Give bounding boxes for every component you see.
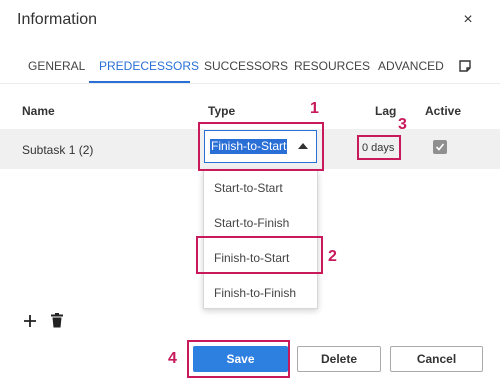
- lag-cell[interactable]: 0 days: [362, 142, 394, 154]
- highlight-callout-finish-to-start: [196, 236, 323, 274]
- option-start-to-start[interactable]: Start-to-Start: [214, 181, 283, 195]
- tab-bar-divider: [0, 83, 500, 84]
- plus-icon[interactable]: [23, 314, 37, 328]
- check-icon: [435, 143, 445, 151]
- save-button[interactable]: Save: [193, 346, 288, 372]
- cancel-button[interactable]: Cancel: [390, 346, 483, 372]
- tab-successors[interactable]: SUCCESSORS: [204, 57, 288, 75]
- tab-advanced[interactable]: ADVANCED: [378, 57, 444, 75]
- option-finish-to-finish[interactable]: Finish-to-Finish: [214, 286, 296, 300]
- dialog-title: Information: [17, 11, 98, 28]
- tab-resources[interactable]: RESOURCES: [294, 57, 370, 75]
- notes-icon[interactable]: [457, 58, 473, 74]
- column-header-lag[interactable]: Lag: [375, 104, 396, 118]
- callout-number-3: 3: [398, 116, 407, 133]
- tab-predecessors[interactable]: PREDECESSORS: [99, 57, 199, 75]
- callout-number-4: 4: [168, 350, 177, 367]
- active-checkbox[interactable]: [433, 140, 447, 154]
- callout-number-2: 2: [328, 248, 337, 265]
- delete-button[interactable]: Delete: [297, 346, 381, 372]
- trash-icon[interactable]: [51, 313, 63, 328]
- column-header-name[interactable]: Name: [22, 104, 55, 118]
- column-header-type[interactable]: Type: [208, 104, 235, 118]
- close-icon[interactable]: ×: [461, 11, 475, 29]
- callout-number-1: 1: [310, 100, 319, 117]
- row-name-cell[interactable]: Subtask 1 (2): [22, 143, 93, 157]
- option-start-to-finish[interactable]: Start-to-Finish: [214, 216, 289, 230]
- tab-general[interactable]: GENERAL: [28, 57, 85, 75]
- type-callout-box: [198, 122, 324, 171]
- column-header-active[interactable]: Active: [425, 104, 461, 118]
